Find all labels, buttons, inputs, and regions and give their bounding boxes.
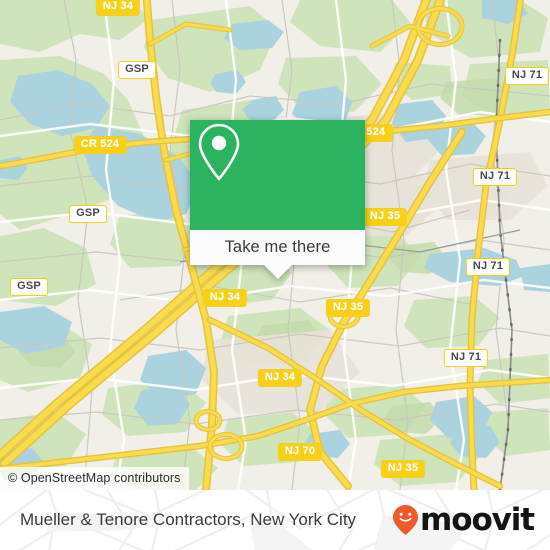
road-shield: NJ 70 xyxy=(277,443,323,461)
moovit-logo[interactable]: moovit xyxy=(392,502,535,538)
road-shield: NJ 35 xyxy=(325,299,371,317)
road-shield: NJ 35 xyxy=(362,208,408,226)
take-me-there-button[interactable]: Take me there xyxy=(190,230,365,265)
take-me-there-label: Take me there xyxy=(224,238,331,256)
footer-content: Mueller & Tenore Contractors, New York C… xyxy=(0,490,550,550)
road-shield: NJ 71 xyxy=(443,349,489,367)
moovit-wordmark: moovit xyxy=(420,502,535,538)
road-shield: GSP xyxy=(69,205,107,223)
popup-pointer xyxy=(263,265,292,279)
map-canvas[interactable]: NJ 34 GSP NJ 71 CR 524 CR 524 NJ 71 GSP NJ 35 NJ… xyxy=(0,0,550,490)
road-shield: NJ 71 xyxy=(504,67,550,85)
footer-bar: Mueller & Tenore Contractors, New York C… xyxy=(0,490,550,550)
road-shield: NJ 34 xyxy=(202,289,248,307)
road-shield: GSP xyxy=(10,278,48,296)
moovit-smiley-pin-icon xyxy=(393,505,419,535)
road-shield: CR 524 xyxy=(73,136,127,154)
screenshot-root: NJ 34 GSP NJ 71 CR 524 CR 524 NJ 71 GSP NJ 35 NJ… xyxy=(0,0,550,550)
location-pin-icon xyxy=(198,123,240,181)
road-shield: NJ 71 xyxy=(465,258,511,276)
place-title: Mueller & Tenore Contractors, New York C… xyxy=(20,510,357,529)
map-attribution[interactable]: © OpenStreetMap contributors xyxy=(0,467,189,490)
road-shield: GSP xyxy=(118,61,156,79)
popup-header xyxy=(190,120,365,230)
road-shield: NJ 34 xyxy=(95,0,141,16)
road-shield: NJ 34 xyxy=(257,369,303,387)
road-shield: NJ 35 xyxy=(380,460,426,478)
location-popup[interactable]: Take me there xyxy=(190,120,365,279)
road-shield: NJ 71 xyxy=(472,168,518,186)
